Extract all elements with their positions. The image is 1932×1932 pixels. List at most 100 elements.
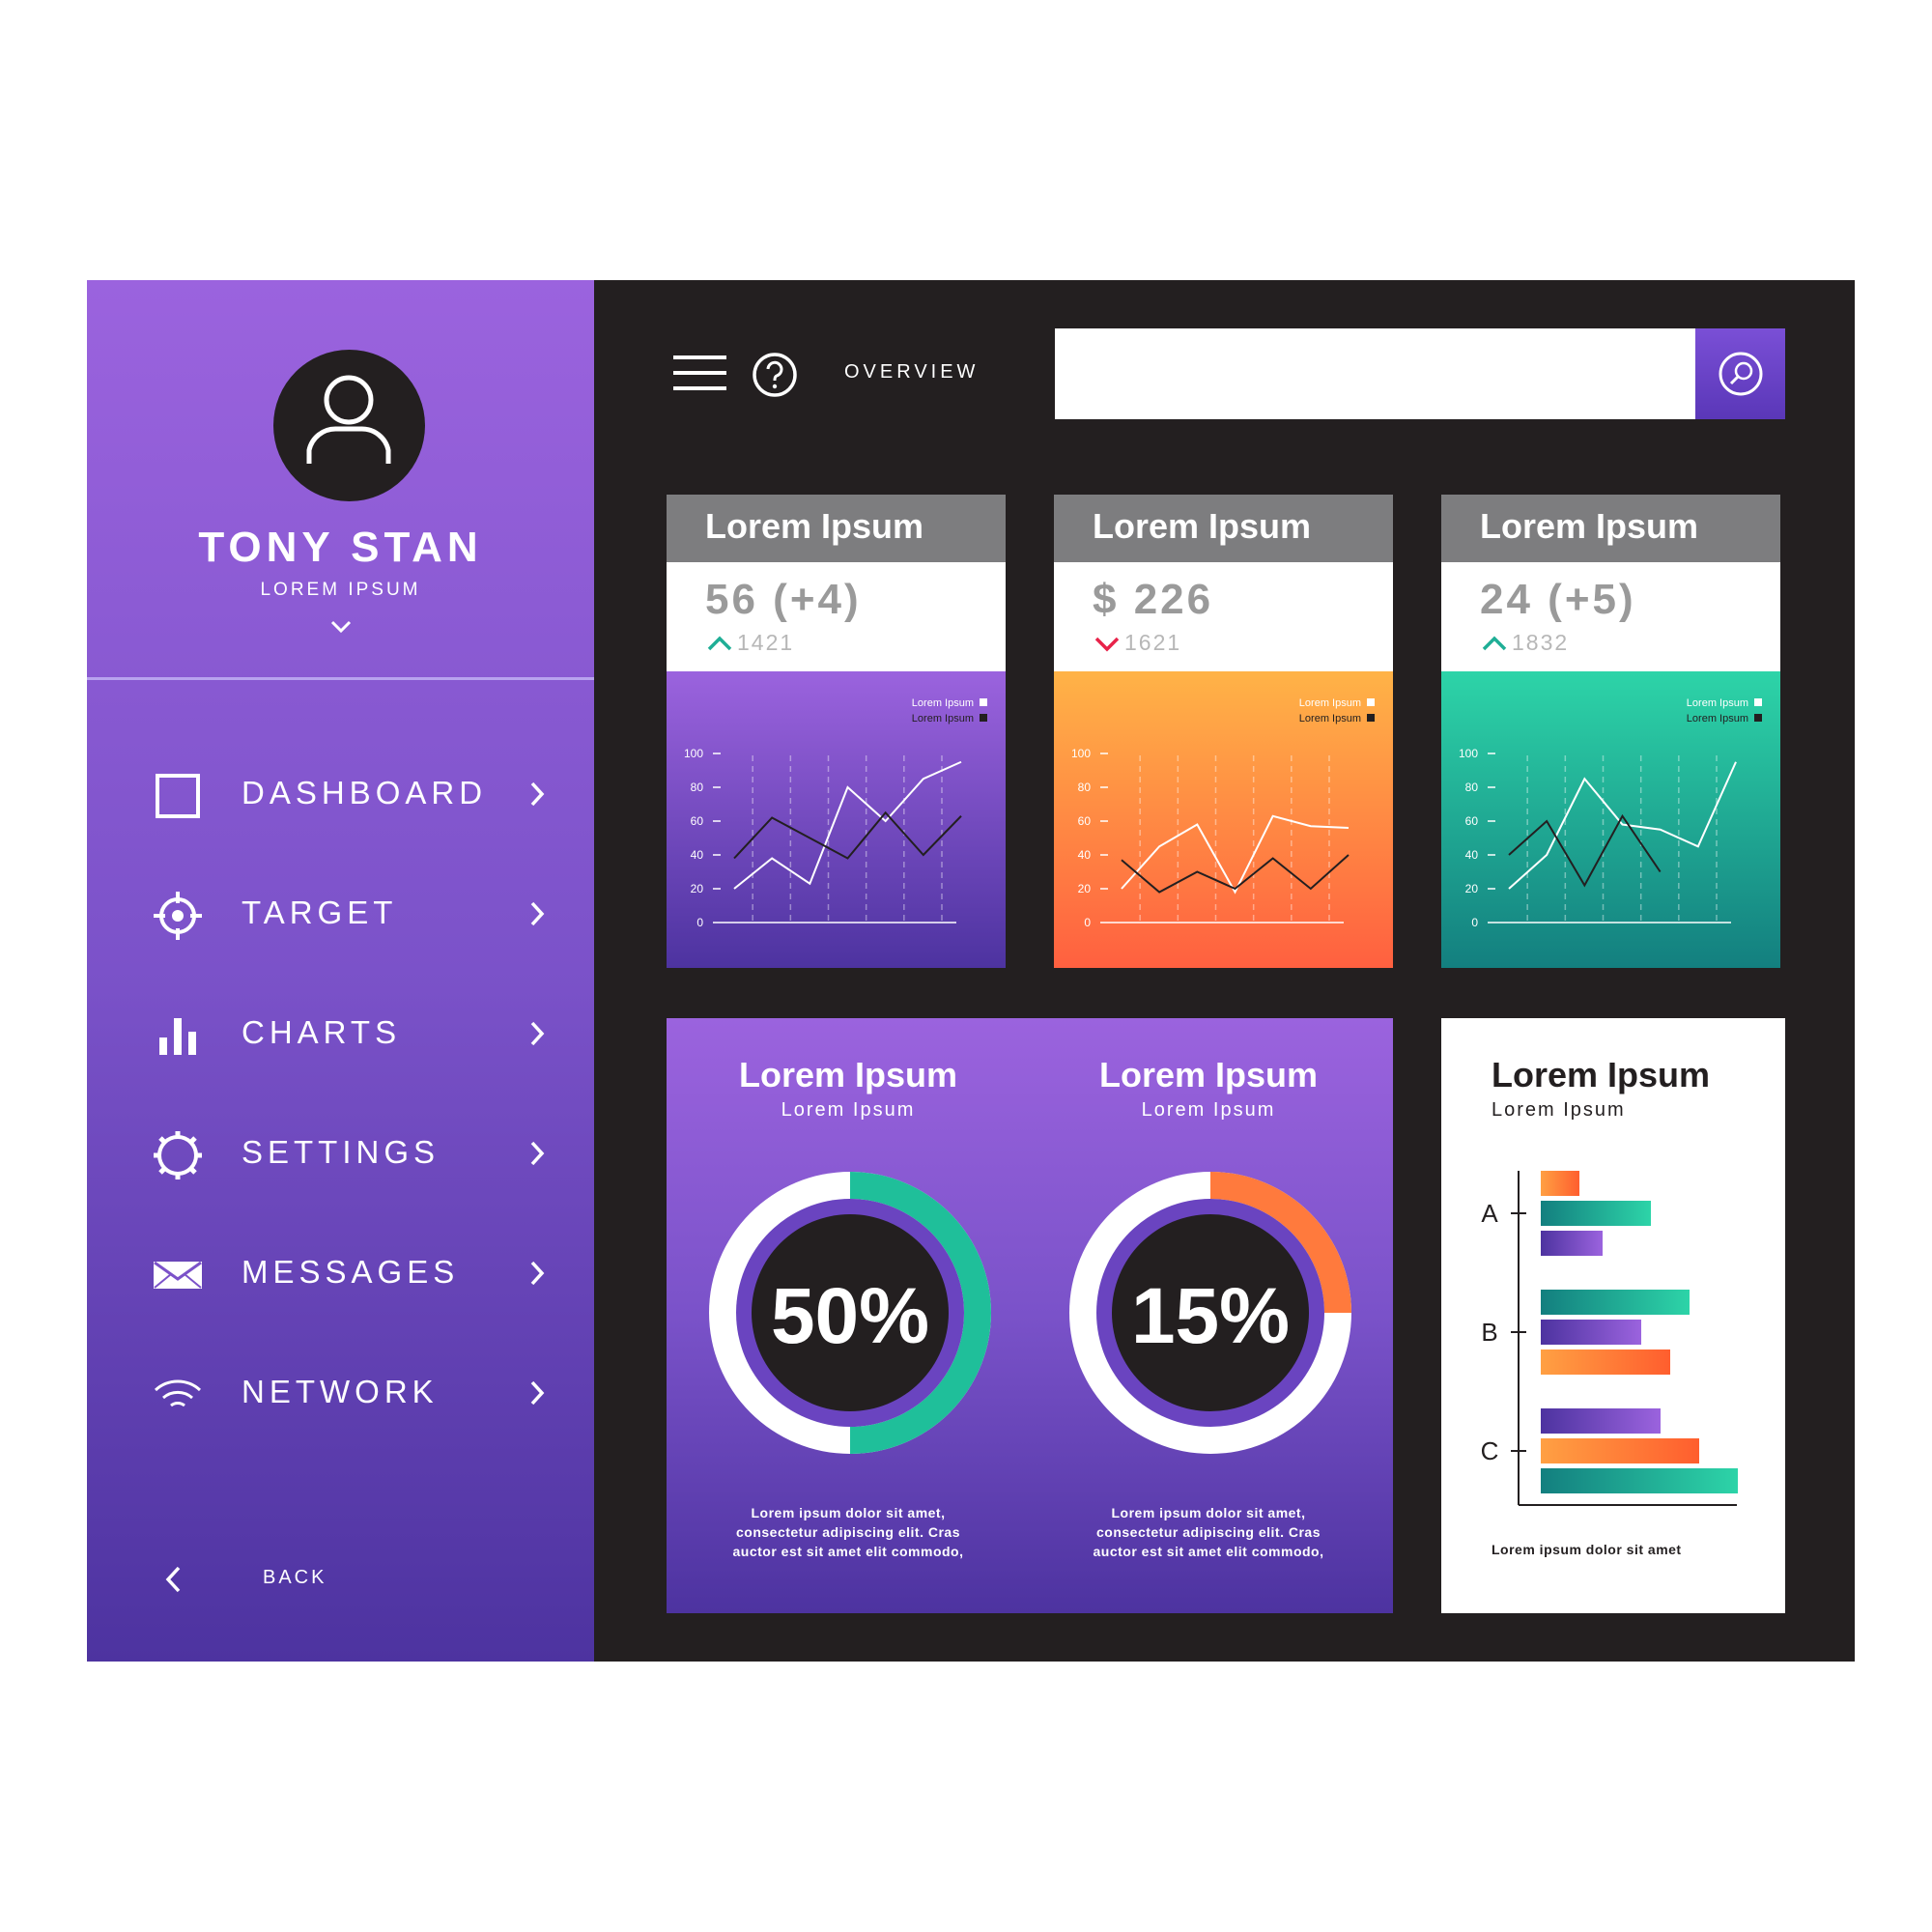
- desc-line: consectetur adipiscing elit. Cras: [735, 1524, 960, 1540]
- trend-up-icon: [1482, 636, 1507, 651]
- y-tick-label: 100: [1459, 747, 1478, 760]
- avatar[interactable]: [273, 350, 425, 501]
- nav-label: MESSAGES: [242, 1254, 460, 1290]
- bar: [1541, 1171, 1579, 1196]
- card-body: $ 226 1621: [1054, 562, 1393, 671]
- donut-title: Lorem Ipsum: [738, 1055, 958, 1094]
- card-header: Lorem Ipsum: [667, 495, 1006, 562]
- nav-item-messages[interactable]: MESSAGES: [87, 1235, 594, 1312]
- y-tick-label: 80: [691, 781, 704, 794]
- back-button[interactable]: BACK: [164, 1555, 454, 1604]
- nav-label: SETTINGS: [242, 1134, 440, 1170]
- card-body: 56 (+4) 1421: [667, 562, 1006, 671]
- nav-item-settings[interactable]: SETTINGS: [87, 1115, 594, 1192]
- bar-chart-footer: Lorem ipsum dolor sit amet: [1492, 1542, 1682, 1557]
- nav-item-charts[interactable]: CHARTS: [87, 995, 594, 1072]
- legend-swatch: [1754, 714, 1762, 722]
- search-icon: [1719, 352, 1763, 396]
- target-icon: [154, 892, 202, 940]
- donut-title: Lorem Ipsum: [1098, 1055, 1319, 1094]
- donut-description: Lorem ipsum dolor sit amet, consectetur …: [667, 1503, 1030, 1561]
- nav-item-dashboard[interactable]: DASHBOARD: [87, 755, 594, 833]
- bar: [1541, 1290, 1690, 1315]
- bar: [1541, 1350, 1670, 1375]
- desc-line: Lorem ipsum dolor sit amet,: [751, 1505, 946, 1520]
- chevron-right-icon: [530, 1021, 545, 1046]
- y-tick-label: 100: [684, 747, 703, 760]
- legend-swatch: [980, 714, 987, 722]
- card-title: Lorem Ipsum: [1093, 506, 1312, 546]
- y-tick-label: 80: [1078, 781, 1092, 794]
- chevron-right-icon: [530, 1261, 545, 1286]
- chevron-right-icon: [530, 901, 545, 926]
- help-icon[interactable]: [752, 352, 798, 398]
- stat-card[interactable]: Lorem Ipsum $ 226 1621 Lorem Ipsum Lorem …: [1054, 495, 1393, 968]
- bar-chart-icon: [159, 1018, 196, 1055]
- card-value: 24 (+5): [1480, 576, 1636, 623]
- desc-line: consectetur adipiscing elit. Cras: [1095, 1524, 1321, 1540]
- y-tick-label: 100: [1071, 747, 1091, 760]
- donut-chart: 50%: [709, 1172, 991, 1454]
- legend-label: Lorem Ipsum: [1299, 713, 1361, 724]
- y-tick-label: 0: [1084, 916, 1091, 929]
- y-tick-label: 80: [1465, 781, 1479, 794]
- trend-down-icon: [1094, 637, 1120, 652]
- desc-line: Lorem ipsum dolor sit amet,: [1111, 1505, 1306, 1520]
- nav-label: CHARTS: [242, 1014, 402, 1050]
- bar-chart: A B C: [1481, 1171, 1738, 1506]
- y-tick-label: 20: [1078, 882, 1092, 895]
- bar: [1541, 1201, 1651, 1226]
- gear-icon: [154, 1131, 202, 1179]
- y-tick-label: 60: [1078, 814, 1092, 828]
- y-tick-label: 20: [1465, 882, 1479, 895]
- donut-chart: 15%: [1069, 1172, 1351, 1454]
- search-input[interactable]: [1055, 328, 1695, 419]
- search-button[interactable]: [1695, 328, 1785, 419]
- card-previous-value: 1621: [1124, 630, 1182, 655]
- y-tick-label: 0: [696, 916, 703, 929]
- desc-line: auctor est sit amet elit commodo,: [732, 1544, 964, 1559]
- legend-swatch: [980, 698, 987, 706]
- nav-label: TARGET: [242, 895, 398, 930]
- user-subtitle: LOREM IPSUM: [260, 580, 421, 600]
- hamburger-menu-icon[interactable]: [673, 355, 726, 390]
- overview-link[interactable]: OVERVIEW: [844, 361, 979, 384]
- chevron-left-icon: [165, 1566, 181, 1593]
- category-label: A: [1481, 1199, 1498, 1228]
- card-value: 56 (+4): [705, 576, 862, 623]
- bar: [1541, 1438, 1699, 1463]
- y-tick-label: 40: [1078, 848, 1092, 862]
- line-chart: Lorem Ipsum Lorem Ipsum 0 20 40 60 80 100: [1441, 671, 1780, 968]
- bar-chart-title: Lorem Ipsum: [1492, 1055, 1711, 1094]
- donut-subtitle: Lorem Ipsum: [781, 1099, 916, 1121]
- nav-item-target[interactable]: TARGET: [87, 875, 594, 952]
- card-body: 24 (+5) 1832: [1441, 562, 1780, 671]
- donut-description: Lorem ipsum dolor sit amet, consectetur …: [1027, 1503, 1390, 1561]
- legend-label: Lorem Ipsum: [912, 713, 974, 724]
- stat-card[interactable]: Lorem Ipsum 56 (+4) 1421 Lorem Ipsum Lore…: [667, 495, 1006, 968]
- nav-label: NETWORK: [242, 1374, 439, 1409]
- main-content: OVERVIEW Lorem Ipsum 56 (+4) 1421 Lorem …: [594, 280, 1855, 1662]
- stat-card[interactable]: Lorem Ipsum 24 (+5) 1832 Lorem Ipsum Lore…: [1441, 495, 1780, 968]
- legend-swatch: [1754, 698, 1762, 706]
- card-title: Lorem Ipsum: [1480, 506, 1699, 546]
- app-window: TONY STAN LOREM IPSUM DASHBOARD TARGET C…: [87, 280, 1855, 1662]
- nav-item-network[interactable]: NETWORK: [87, 1354, 594, 1432]
- chevron-right-icon: [530, 1380, 545, 1406]
- legend-label: Lorem Ipsum: [1687, 713, 1748, 724]
- line-chart: Lorem Ipsum Lorem Ipsum 0 20 40 60 80 100: [1054, 671, 1393, 968]
- desc-line: auctor est sit amet elit commodo,: [1093, 1544, 1324, 1559]
- wifi-icon: [154, 1379, 202, 1407]
- bar: [1541, 1231, 1603, 1256]
- donut-panel: Lorem Ipsum Lorem Ipsum 50% Lorem ipsum …: [667, 1018, 1393, 1613]
- legend-label: Lorem Ipsum: [912, 697, 974, 709]
- nav-label: DASHBOARD: [242, 775, 488, 810]
- card-header: Lorem Ipsum: [1441, 495, 1780, 562]
- category-label: C: [1481, 1436, 1499, 1465]
- divider: [87, 677, 594, 680]
- chevron-down-icon[interactable]: [330, 620, 352, 634]
- y-tick-label: 60: [1465, 814, 1479, 828]
- trend-up-icon: [707, 636, 732, 651]
- legend-swatch: [1367, 698, 1375, 706]
- y-tick-label: 20: [691, 882, 704, 895]
